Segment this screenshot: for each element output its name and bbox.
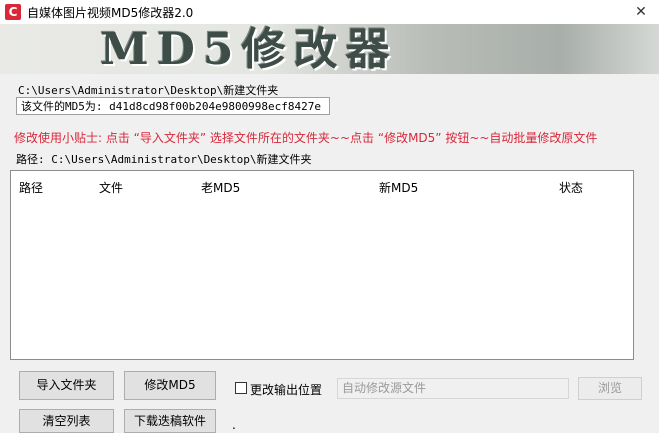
clear-list-button[interactable]: 清空列表 [19,409,114,433]
column-header-old-md5[interactable]: 老MD5 [201,179,240,196]
change-output-label: 更改输出位置 [250,383,323,397]
trailing-mark: . [232,418,236,432]
modify-md5-button[interactable]: 修改MD5 [124,371,216,400]
file-list-table[interactable]: 路径 文件 老MD5 新MD5 状态 [10,170,634,360]
browse-button[interactable]: 浏览 [578,377,642,400]
download-software-button[interactable]: 下载迭稿软件 [124,409,216,433]
column-header-file[interactable]: 文件 [99,179,123,196]
banner-logo-text: MD5修改器 [100,24,398,74]
change-output-checkbox[interactable] [235,382,247,394]
usage-tip: 修改使用小贴士: 点击 “导入文件夹” 选择文件所在的文件夹~~点击 “修改MD… [14,131,598,145]
selected-path: C:\Users\Administrator\Desktop\新建文件夹 [18,84,279,97]
close-button[interactable]: ✕ [628,0,654,24]
column-header-path[interactable]: 路径 [19,179,43,196]
window-title: 自媒体图片视频MD5修改器2.0 [27,6,194,20]
app-icon: C [5,4,21,20]
column-header-new-md5[interactable]: 新MD5 [379,179,418,196]
md5-display-field[interactable]: 该文件的MD5为: d41d8cd98f00b204e9800998ecf842… [16,97,330,115]
column-header-status[interactable]: 状态 [559,179,583,196]
title-bar: C 自媒体图片视频MD5修改器2.0 ✕ [0,0,659,25]
output-location-input[interactable]: 自动修改源文件 [337,378,569,399]
path-label: 路径: C:\Users\Administrator\Desktop\新建文件夹 [16,153,312,166]
banner: MD5修改器 [0,24,659,74]
import-folder-button[interactable]: 导入文件夹 [19,371,114,400]
